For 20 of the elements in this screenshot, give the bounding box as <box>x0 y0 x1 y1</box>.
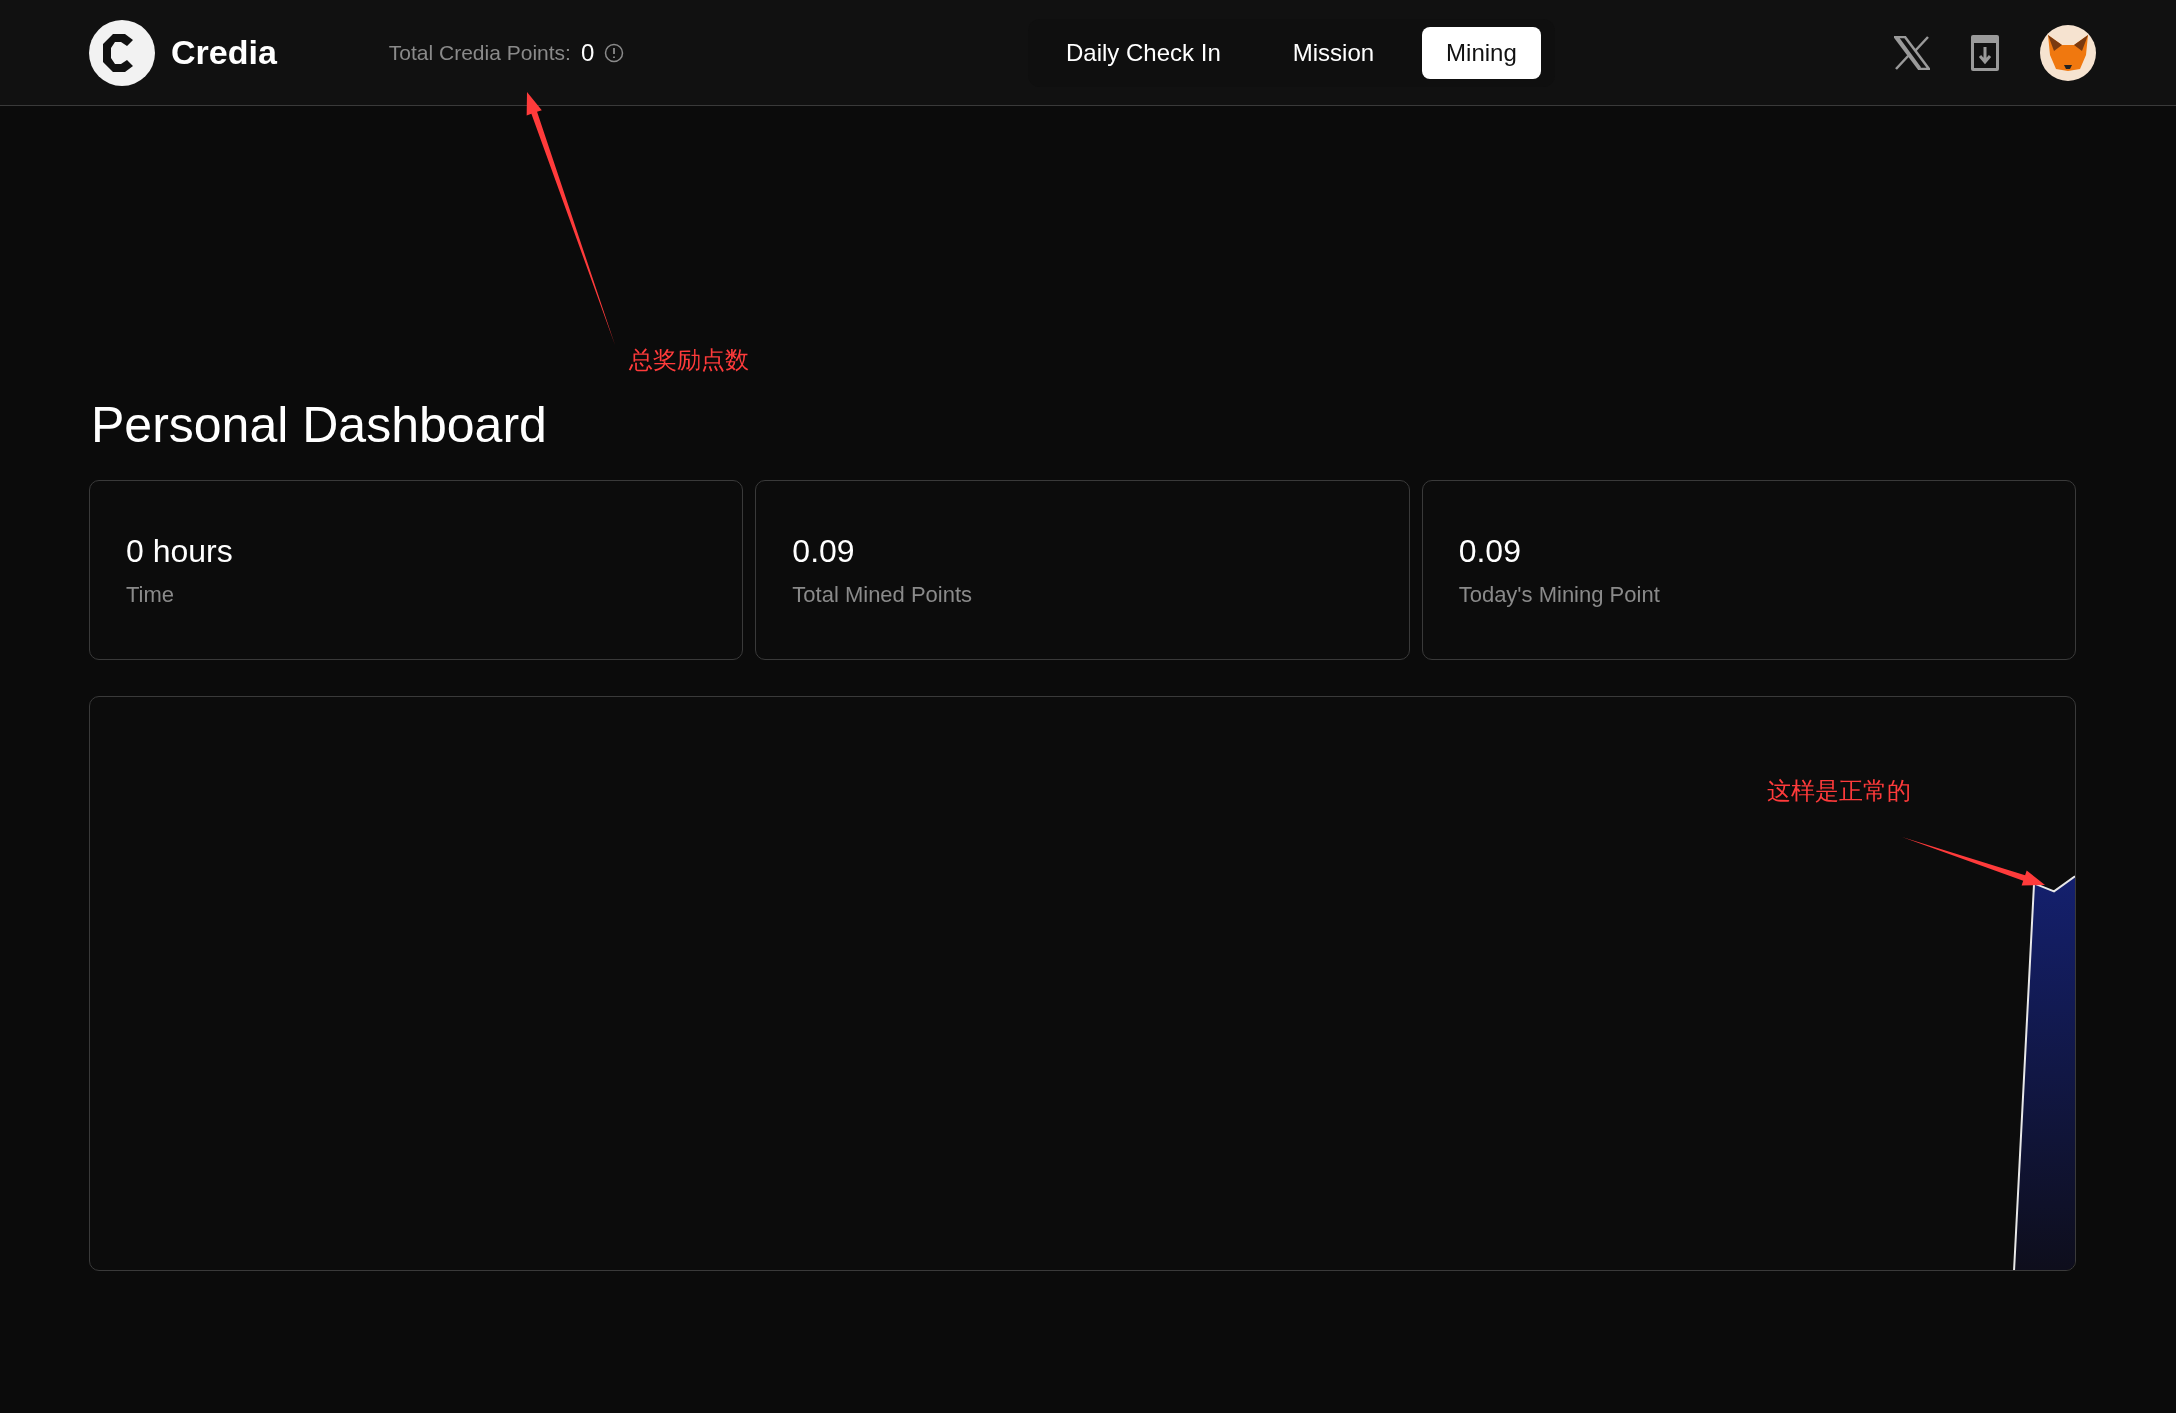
annotation-text: 总奖励点数 <box>629 345 749 375</box>
brand-name: Credia <box>171 33 277 72</box>
download-icon[interactable] <box>1970 33 2000 72</box>
stat-value: 0.09 <box>1458 532 1522 570</box>
stat-label: Time <box>126 581 176 608</box>
logo-icon <box>89 19 155 86</box>
nav-tab[interactable]: Daily Check In <box>1042 26 1245 79</box>
stat-label: Today's Mining Point <box>1458 581 1661 608</box>
nav-tab[interactable]: Mining <box>1422 26 1541 79</box>
annotation-text: 这样是正常的 <box>1767 776 1911 806</box>
page-title: Personal Dashboard <box>91 396 548 454</box>
fox-avatar-icon[interactable] <box>2040 24 2096 81</box>
stat-value: 0.09 <box>792 532 856 570</box>
points-label: Total Credia Points: <box>388 40 571 65</box>
info-icon[interactable] <box>604 42 625 63</box>
stat-value: 0 hours <box>126 532 234 570</box>
stat-label: Total Mined Points <box>792 581 974 608</box>
nav-tab[interactable]: Mission <box>1268 26 1399 79</box>
x-logo-icon[interactable] <box>1894 35 1930 70</box>
points-value: 0 <box>580 38 595 67</box>
